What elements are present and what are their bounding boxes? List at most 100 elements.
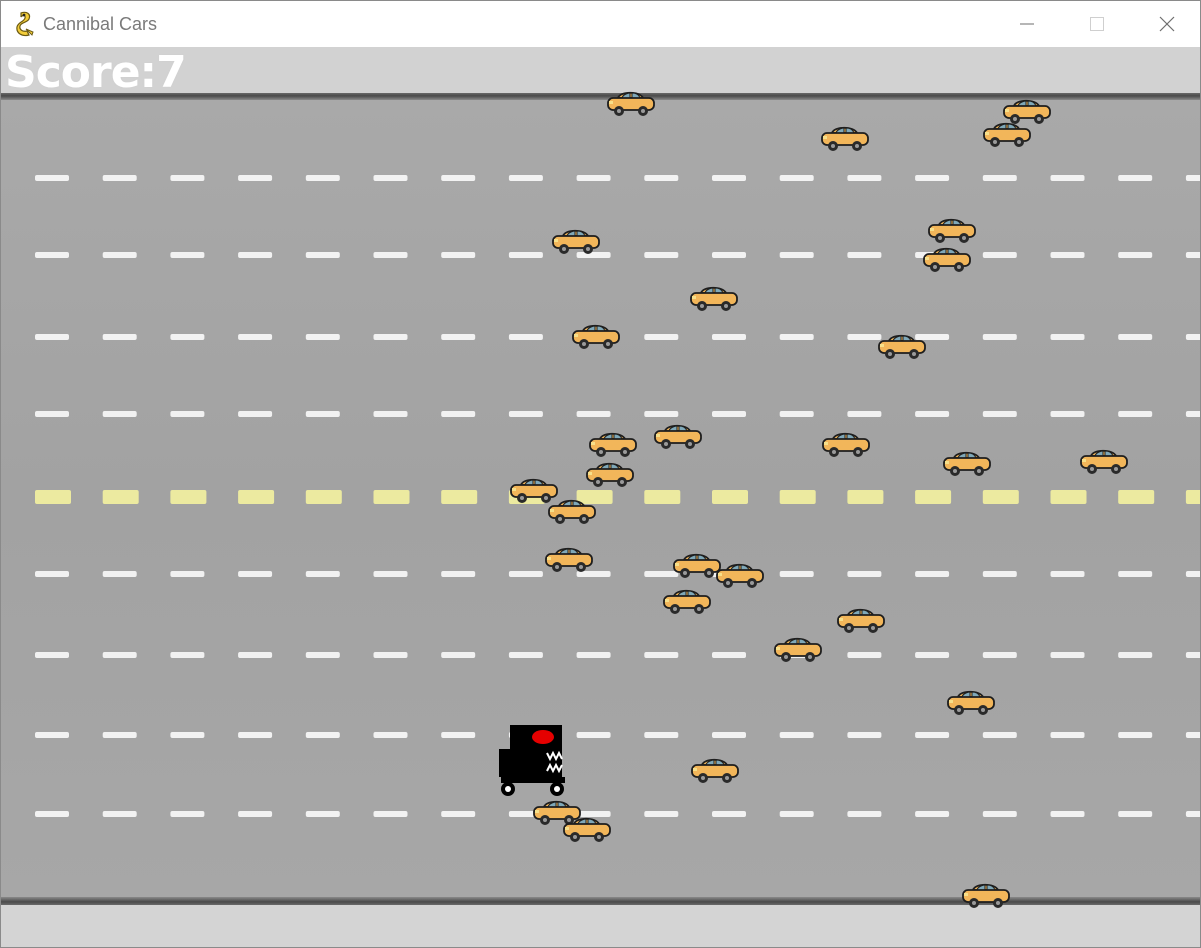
lane-dash [238,411,273,417]
lane-dash [35,334,69,340]
game-canvas[interactable]: Score:7 [1,47,1200,947]
lane-dash [170,252,205,258]
lane-dash [1050,811,1085,817]
lane-dash [170,334,205,340]
lane-dash [373,175,408,181]
lane-dash [712,334,746,340]
lane-dash [1118,571,1153,577]
lane-dash [982,252,1017,258]
lane-dash [779,732,814,738]
lane-dash [102,411,137,417]
title-bar[interactable]: Cannibal Cars [1,1,1200,47]
taxi-car [877,332,927,367]
lane-dash [1118,811,1153,817]
lane-dash [441,411,476,417]
center-lane-dash [1118,490,1155,504]
taxi-car [689,284,739,319]
center-lane-dash [1050,490,1087,504]
lane-dash [1185,732,1200,738]
lane-dash [441,175,476,181]
lane-dash [102,175,137,181]
taxi-car [773,635,823,670]
player-cannibal-car [497,723,571,804]
taxi-car [544,545,594,580]
lane-dash [576,175,611,181]
lane-dash [1185,652,1200,658]
lane-dash [1050,411,1085,417]
center-lane-dash [779,490,816,504]
center-lane-dash [712,490,748,504]
taxi-car [922,245,972,280]
taxi-car [585,460,635,495]
lane-dash [238,252,273,258]
lane-dash [712,411,746,417]
lane-dash [915,571,950,577]
lane-dash [373,334,408,340]
maximize-icon [1090,17,1104,31]
center-lane-dash [238,490,275,504]
lane-dash [373,811,408,817]
lane-dash [441,652,476,658]
lane-dash [102,811,137,817]
taxi-car [715,561,765,596]
lane-dash [847,252,882,258]
lane-dash [373,411,408,417]
lane-dash [305,732,340,738]
lane-dash [779,811,814,817]
lane-dash [712,175,746,181]
lane-dash [238,571,273,577]
lane-dash [779,411,814,417]
lane-dash [982,732,1017,738]
lane-dash [305,334,340,340]
lane-dash [1118,175,1153,181]
lane-dash [35,252,69,258]
center-lane-dash [305,490,342,504]
close-button[interactable] [1132,1,1200,47]
lane-dash [305,652,340,658]
lane-dash [373,571,408,577]
lane-dash [170,571,205,577]
lane-dash [508,411,543,417]
lane-dash [305,411,340,417]
lane-dash [915,175,950,181]
lane-dash [1185,334,1200,340]
lane-dash [779,175,814,181]
lane-dash [1185,175,1200,181]
lane-dash [35,411,69,417]
lane-dash [712,732,746,738]
lane-dash [712,811,746,817]
lane-dash [982,175,1017,181]
lane-dash [102,571,137,577]
taxi-car [821,430,871,465]
minimize-icon [1020,23,1034,25]
taxi-car [547,497,597,532]
lane-dash [1185,811,1200,817]
center-lane-dash [644,490,681,504]
lane-dash [441,811,476,817]
lane-dash [779,252,814,258]
center-lane-dash [373,490,410,504]
lane-dash [982,411,1017,417]
lane-dash [373,652,408,658]
lane-dash [238,732,273,738]
taxi-car [942,449,992,484]
lane-dash [847,175,882,181]
taxi-car [820,124,870,159]
lane-dash [779,571,814,577]
lane-dash [170,732,205,738]
lane-dash [373,732,408,738]
lane-dash [102,252,137,258]
window-title: Cannibal Cars [43,14,158,34]
minimize-button[interactable] [992,1,1062,47]
taxi-car [982,120,1032,155]
center-lane-dash [982,490,1019,504]
taxi-car [571,322,621,357]
lane-dash [1185,411,1200,417]
maximize-button[interactable] [1062,1,1132,47]
lane-dash [508,652,543,658]
python-snake-icon [13,11,37,37]
lane-dash [305,252,340,258]
game-window: Cannibal Cars Score:7 [0,0,1201,948]
lane-dash [1185,252,1200,258]
lane-dash [847,652,882,658]
